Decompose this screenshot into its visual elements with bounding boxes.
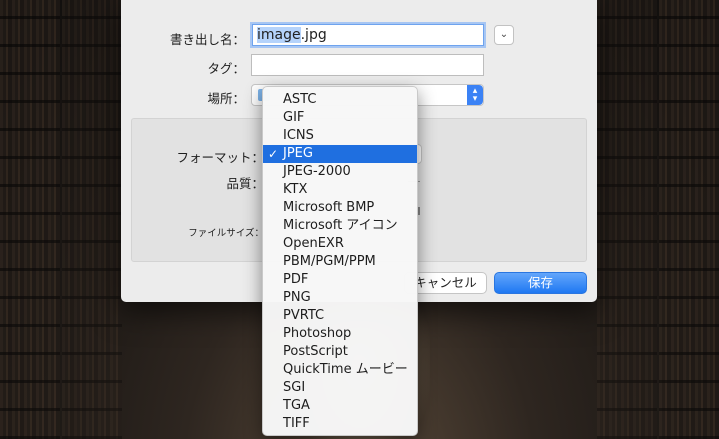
menu-item-png[interactable]: PNG [263, 289, 417, 307]
filesize-label: ファイルサイズ： [188, 228, 264, 239]
expand-dialog-button[interactable]: ⌄ [494, 25, 514, 45]
menu-item-label: JPEG [283, 146, 313, 161]
menu-item-astc[interactable]: ASTC [263, 91, 417, 109]
export-name-value: image.jpg [257, 27, 327, 43]
format-label: フォーマット： [176, 150, 264, 165]
checkmark-icon: ✓ [268, 147, 279, 161]
menu-item-quicktime-movie[interactable]: QuickTime ムービー [263, 361, 417, 379]
tags-field[interactable] [251, 54, 484, 76]
menu-item-tga[interactable]: TGA [263, 397, 417, 415]
menu-item-gif[interactable]: GIF [263, 109, 417, 127]
menu-item-microsoft-icon[interactable]: Microsoft アイコン [263, 217, 417, 235]
menu-item-postscript[interactable]: PostScript [263, 343, 417, 361]
menu-item-microsoft-bmp[interactable]: Microsoft BMP [263, 199, 417, 217]
menu-item-pvrtc[interactable]: PVRTC [263, 307, 417, 325]
format-menu: ASTC GIF ICNS ✓ JPEG JPEG-2000 KTX Micro… [262, 86, 418, 436]
tags-label: タグ： [207, 61, 245, 76]
menu-item-pdf[interactable]: PDF [263, 271, 417, 289]
menu-item-photoshop[interactable]: Photoshop [263, 325, 417, 343]
location-label: 場所： [207, 91, 245, 106]
quality-label: 品質： [226, 176, 264, 191]
export-name-label: 書き出し名： [169, 32, 245, 47]
menu-item-pbm-pgm-ppm[interactable]: PBM/PGM/PPM [263, 253, 417, 271]
menu-item-ktx[interactable]: KTX [263, 181, 417, 199]
export-name-field[interactable]: image.jpg [252, 24, 484, 46]
menu-item-openexr[interactable]: OpenEXR [263, 235, 417, 253]
popup-arrows-icon: ▴ ▾ [467, 85, 483, 105]
chevron-down-icon: ⌄ [499, 29, 509, 40]
save-button[interactable]: 保存 [494, 272, 587, 294]
menu-item-jpeg[interactable]: ✓ JPEG [263, 145, 417, 163]
menu-item-jpeg-2000[interactable]: JPEG-2000 [263, 163, 417, 181]
menu-item-sgi[interactable]: SGI [263, 379, 417, 397]
menu-item-tiff[interactable]: TIFF [263, 415, 417, 433]
menu-item-icns[interactable]: ICNS [263, 127, 417, 145]
